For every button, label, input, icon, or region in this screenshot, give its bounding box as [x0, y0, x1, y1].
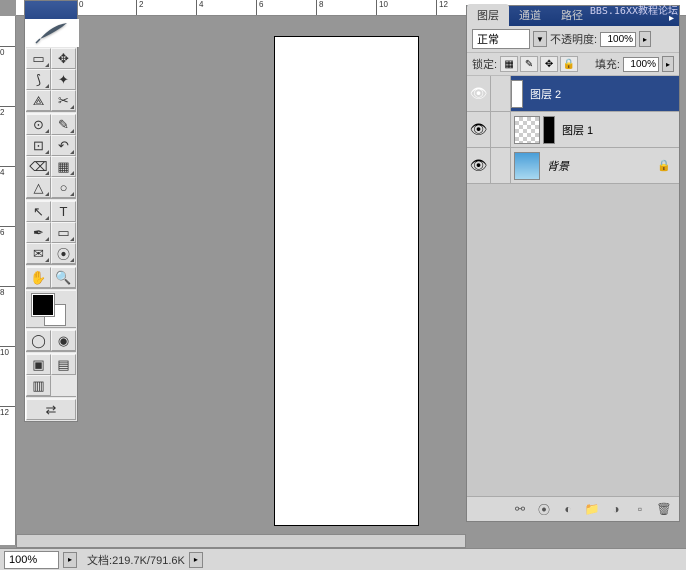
brush-tool[interactable]: ✎ — [51, 114, 76, 135]
vertical-ruler: 0 2 4 6 8 10 12 — [0, 16, 16, 545]
eyedropper-tool[interactable]: ⦿ — [51, 243, 76, 264]
opacity-input[interactable]: 100% — [600, 32, 636, 47]
lock-all-icon[interactable]: 🔒 — [560, 56, 578, 72]
blur-tool[interactable]: △ — [26, 177, 51, 198]
slice-tool[interactable]: ✂ — [51, 90, 76, 111]
layer-link-area[interactable] — [491, 112, 511, 147]
notes-tool[interactable]: ✉ — [26, 243, 51, 264]
lock-transparent-icon[interactable]: ▦ — [500, 56, 518, 72]
history-brush-tool[interactable]: ↶ — [51, 135, 76, 156]
layer-style-icon[interactable]: ⦿ — [534, 500, 554, 518]
fill-label: 填充: — [595, 56, 620, 72]
screen-full-menu[interactable]: ▤ — [51, 354, 76, 375]
status-bar: 100% ▸ 文档:219.7K/791.6K ▸ — [0, 548, 686, 570]
fill-input[interactable]: 100% — [623, 57, 659, 72]
link-layers-icon[interactable]: ⚯ — [510, 500, 530, 518]
healing-brush-tool[interactable]: ⊙ — [26, 114, 51, 135]
layer-thumbnail[interactable] — [511, 80, 523, 108]
layer-name[interactable]: 图层 1 — [558, 122, 679, 138]
eraser-tool[interactable]: ⌫ — [26, 156, 51, 177]
visibility-eye-icon[interactable]: 👁 — [467, 112, 491, 147]
lock-icon: 🔒 — [657, 159, 679, 172]
lasso-tool[interactable]: ⟆ — [26, 69, 51, 90]
opacity-arrow[interactable]: ▸ — [639, 31, 651, 47]
zoom-arrow-icon[interactable]: ▸ — [63, 552, 77, 568]
crop-tool[interactable]: ⟁ — [26, 90, 51, 111]
delete-layer-icon[interactable]: 🗑 — [654, 500, 674, 518]
layer-list: 👁 图层 2 👁 图层 1 👁 背景 🔒 — [467, 76, 679, 496]
document-canvas[interactable] — [274, 36, 419, 526]
opacity-label: 不透明度: — [550, 31, 597, 47]
horizontal-scrollbar[interactable] — [16, 534, 466, 548]
doc-size-label: 文档:219.7K/791.6K — [77, 552, 185, 568]
panel-footer: ⚯ ⦿ ◐ 📁 ◑ ▫ 🗑 — [467, 496, 679, 521]
layer-thumbnail[interactable] — [514, 152, 540, 180]
toolbox-titlebar[interactable] — [25, 1, 77, 19]
lock-position-icon[interactable]: ✥ — [540, 56, 558, 72]
blend-mode-dropdown[interactable]: 正常 — [472, 29, 530, 49]
tab-channels[interactable]: 通道 — [509, 4, 551, 26]
screen-full[interactable]: ▥ — [26, 375, 51, 396]
toolbox-panel: ▭ ✥ ⟆ ✦ ⟁ ✂ ⊙ ✎ ⊡ ↶ ⌫ ▦ △ ○ ↖ T ✒ ▭ ✉ ⦿ … — [24, 0, 78, 422]
hand-tool[interactable]: ✋ — [26, 267, 51, 288]
magic-wand-tool[interactable]: ✦ — [51, 69, 76, 90]
zoom-input[interactable]: 100% — [4, 551, 59, 569]
layer-item[interactable]: 👁 图层 1 — [467, 112, 679, 148]
move-tool[interactable]: ✥ — [51, 48, 76, 69]
layer-link-area[interactable] — [491, 76, 511, 111]
layer-mask-icon[interactable]: ◐ — [558, 500, 578, 518]
dropdown-arrow-icon[interactable]: ▼ — [533, 31, 547, 47]
tab-paths[interactable]: 路径 — [551, 4, 593, 26]
doc-info-arrow[interactable]: ▸ — [189, 552, 203, 568]
layer-item[interactable]: 👁 背景 🔒 — [467, 148, 679, 184]
app-logo — [25, 19, 79, 47]
dodge-tool[interactable]: ○ — [51, 177, 76, 198]
layer-name[interactable]: 图层 2 — [526, 86, 679, 102]
adjustment-layer-icon[interactable]: ◑ — [606, 500, 626, 518]
imageready-jump[interactable]: ⇄ — [26, 399, 76, 420]
clone-stamp-tool[interactable]: ⊡ — [26, 135, 51, 156]
foreground-color[interactable] — [32, 294, 54, 316]
tab-layers[interactable]: 图层 — [467, 4, 509, 26]
layer-thumbnail[interactable] — [514, 116, 540, 144]
fill-arrow[interactable]: ▸ — [662, 56, 674, 72]
lock-label: 锁定: — [472, 56, 497, 72]
layer-name[interactable]: 背景 — [543, 158, 657, 174]
gradient-tool[interactable]: ▦ — [51, 156, 76, 177]
layer-mask-thumbnail[interactable] — [543, 116, 555, 144]
color-swatches[interactable] — [26, 291, 76, 327]
marquee-tool[interactable]: ▭ — [26, 48, 51, 69]
shape-tool[interactable]: ▭ — [51, 222, 76, 243]
lock-image-icon[interactable]: ✎ — [520, 56, 538, 72]
screen-standard[interactable]: ▣ — [26, 354, 51, 375]
pen-tool[interactable]: ✒ — [26, 222, 51, 243]
layer-item[interactable]: 👁 图层 2 — [467, 76, 679, 112]
new-layer-icon[interactable]: ▫ — [630, 500, 650, 518]
layer-link-area[interactable] — [491, 148, 511, 183]
zoom-tool[interactable]: 🔍 — [51, 267, 76, 288]
type-tool[interactable]: T — [51, 201, 76, 222]
layers-panel: 图层 通道 路径 ▸ 正常 ▼ 不透明度: 100% ▸ 锁定: ▦ ✎ ✥ 🔒… — [466, 5, 680, 522]
visibility-eye-icon[interactable]: 👁 — [467, 148, 491, 183]
quickmask-mode[interactable]: ◉ — [51, 330, 76, 351]
new-group-icon[interactable]: 📁 — [582, 500, 602, 518]
watermark-text: BBS.16XX教程论坛 — [590, 2, 678, 17]
path-selection-tool[interactable]: ↖ — [26, 201, 51, 222]
visibility-eye-icon[interactable]: 👁 — [467, 76, 491, 111]
standard-mode[interactable]: ◯ — [26, 330, 51, 351]
